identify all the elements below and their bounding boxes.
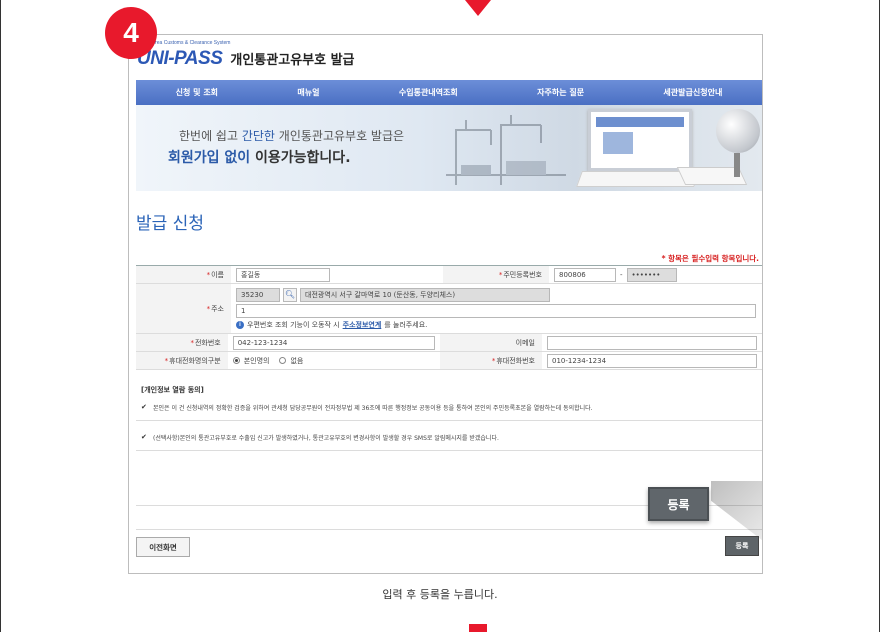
screenshot-frame: Korea Customs & Clearance System UNI-PAS… (128, 34, 763, 574)
consent-title: [개인정보 열람 동의] (141, 386, 204, 394)
banner-line-1: 한번에 쉽고 간단한 개인통관고유부호 발급은 (179, 129, 405, 143)
register-button[interactable]: 등록 (725, 536, 759, 556)
nav-item-manual[interactable]: 매뉴얼 (297, 87, 319, 98)
nav-item-apply[interactable]: 신청 및 조회 (176, 87, 218, 98)
uni-pass-logo: Korea Customs & Clearance System UNI-PAS… (137, 40, 355, 70)
form-row-phone-email: 전화번호 042-123-1234 이메일 (136, 334, 762, 352)
nav-item-customs-guide[interactable]: 세관발급신청안내 (663, 87, 722, 98)
down-arrow-icon (465, 0, 491, 16)
search-icon: 🔍︎ (284, 290, 296, 299)
form-row-name-rrn: 이름 홍길동 주민등록번호 800806 - ••••••• (136, 266, 762, 284)
address1-field[interactable]: 대전광역시 서구 갈마역로 10 (둔산동, 두양리체스) (300, 287, 550, 302)
phone-field[interactable]: 042-123-1234 (232, 335, 435, 350)
banner-line-2: 회원가입 없이 이용가능합니다. (168, 150, 351, 166)
previous-screen-button[interactable]: 이전화면 (136, 537, 190, 557)
divider (136, 450, 762, 451)
mobile-owner-label: 휴대전화명의구분 (136, 352, 228, 369)
form-row-mobile: 휴대전화명의구분 본인명의 없음 휴대전화번호 010-1234-1234 (136, 352, 762, 370)
rrn-front-field[interactable]: 800806 (554, 267, 616, 282)
owner-none-radio[interactable] (279, 357, 287, 364)
step-number-badge: 4 (105, 7, 157, 59)
nav-item-faq[interactable]: 자주하는 질문 (537, 87, 584, 98)
port-cranes-illustration (446, 115, 566, 185)
address-label: 주소 (136, 284, 231, 333)
address2-field[interactable]: 1 (236, 303, 756, 318)
owner-self-label: 본인명의 (243, 356, 270, 365)
email-label: 이메일 (439, 334, 542, 351)
info-icon: i (236, 320, 244, 329)
address-link[interactable]: 주소정보연계 (343, 320, 382, 330)
application-form: 이름 홍길동 주민등록번호 800806 - ••••••• 주소 35230 … (136, 265, 762, 370)
rrn-label: 주민등록번호 (443, 266, 549, 283)
zip-search-button[interactable]: 🔍︎ (283, 287, 297, 302)
name-label: 이름 (136, 266, 231, 283)
email-field[interactable] (547, 335, 757, 350)
globe-stand-illustration (734, 153, 740, 177)
address-help: i 우편번호 조회 기능이 오동작 시 주소정보연계 를 눌러주세요. (236, 320, 427, 330)
consent-1: ✔ 본인은 이 건 신청내역의 정확한 검증을 위하여 관세청 담당공무원이 전자… (141, 403, 593, 413)
zip-field[interactable]: 35230 (236, 287, 280, 302)
left-border-line (0, 0, 1, 632)
logo-tagline: Korea Customs & Clearance System (149, 40, 231, 46)
instruction-caption: 입력 후 등록을 누릅니다. (382, 588, 498, 601)
globe-illustration (716, 109, 760, 153)
consent-2: ✔ (선택사항)본인의 통관고유부호로 수출입 신고가 발생하였거나, 통관고유부… (141, 433, 499, 443)
promo-banner: 한번에 쉽고 간단한 개인통관고유부호 발급은 회원가입 없이 이용가능합니다. (136, 105, 762, 191)
name-field[interactable]: 홍길동 (236, 267, 330, 282)
owner-none-label: 없음 (290, 356, 304, 365)
site-title: 개인통관고유부호 발급 (230, 53, 355, 68)
monitor-illustration (588, 109, 692, 171)
mobile-field[interactable]: 010-1234-1234 (547, 353, 757, 368)
phone-label: 전화번호 (136, 334, 228, 351)
consent-1-checkbox[interactable]: ✔ (141, 404, 148, 411)
nav-item-import-history[interactable]: 수입통관내역조회 (399, 87, 458, 98)
next-step-marker (469, 624, 487, 632)
page-title: 발급 신청 (136, 214, 204, 234)
consent-2-checkbox[interactable]: ✔ (141, 434, 148, 441)
main-nav: 신청 및 조회 매뉴얼 수입통관내역조회 자주하는 질문 세관발급신청안내 (136, 80, 762, 105)
divider (136, 420, 762, 421)
form-row-address: 주소 35230 🔍︎ 대전광역시 서구 갈마역로 10 (둔산동, 두양리체스… (136, 284, 762, 334)
required-field-note: * 항목은 필수입력 항목입니다. (661, 254, 759, 263)
mobile-label: 휴대전화번호 (439, 352, 542, 369)
divider (136, 529, 762, 530)
rrn-separator: - (620, 270, 623, 279)
logo-brand: UNI-PASS (137, 48, 223, 69)
zoomed-register-button: 등록 (648, 487, 709, 521)
rrn-back-field[interactable]: ••••••• (626, 267, 677, 282)
owner-self-radio[interactable] (232, 357, 240, 364)
